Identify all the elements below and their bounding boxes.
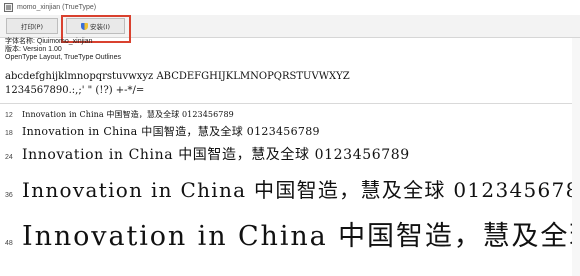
title-bar: momo_xinjian (TrueType) [0, 0, 580, 15]
sample-text: Innovation in China 中国智造，慧及全球 0123456789 [22, 125, 320, 138]
glyph-digits-line: 1234567890.:,;' " (!?) +-*/= [5, 85, 145, 96]
sample-text: Innovation in China 中国智造，慧及全球 0123456789 [22, 221, 580, 252]
sample-row-12: 12 Innovation in China 中国智造，慧及全球 0123456… [0, 109, 580, 120]
sample-text: Innovation in China 中国智造，慧及全球 0123456789 [22, 110, 234, 119]
divider [0, 103, 580, 104]
shield-icon [81, 22, 88, 30]
install-button-label: 安装(I) [90, 23, 110, 31]
glyph-preview: abcdefghijklmnopqrstuvwxyz ABCDEFGHIJKLM… [5, 70, 575, 97]
toolbar: 打印(P) 安装(I) [0, 15, 580, 38]
sample-size-label: 18 [5, 130, 13, 137]
vertical-scrollbar[interactable] [572, 38, 580, 276]
font-version-line: 版本: Version 1.00 [5, 46, 62, 53]
sample-size-label: 36 [5, 192, 13, 199]
window-title: momo_xinjian (TrueType) [17, 4, 97, 11]
sample-row-24: 24 Innovation in China 中国智造，慧及全球 0123456… [0, 144, 580, 164]
sample-text: Innovation in China 中国智造，慧及全球 0123456789 [22, 147, 410, 163]
sample-row-48: 48 Innovation in China 中国智造，慧及全球 0123456… [0, 214, 580, 253]
font-type-line: OpenType Layout, TrueType Outlines [5, 54, 121, 61]
font-info: 字体名称: Qiuimomo_xinjian 版本: Version 1.00 … [5, 38, 575, 62]
print-button-label: 打印(P) [21, 23, 43, 31]
glyph-alphabet-line: abcdefghijklmnopqrstuvwxyz ABCDEFGHIJKLM… [5, 71, 350, 82]
sample-size-label: 12 [5, 112, 13, 119]
sample-size-label: 24 [5, 154, 13, 161]
sample-row-36: 36 Innovation in China 中国智造，慧及全球 0123456… [0, 174, 580, 203]
sample-size-label: 48 [5, 240, 13, 247]
sample-row-18: 18 Innovation in China 中国智造，慧及全球 0123456… [0, 123, 580, 139]
install-button[interactable]: 安装(I) [66, 18, 125, 34]
font-file-icon [4, 3, 13, 12]
print-button[interactable]: 打印(P) [6, 18, 58, 34]
font-name-line: 字体名称: Qiuimomo_xinjian [5, 38, 93, 45]
sample-text: Innovation in China 中国智造，慧及全球 0123456789 [22, 178, 580, 202]
